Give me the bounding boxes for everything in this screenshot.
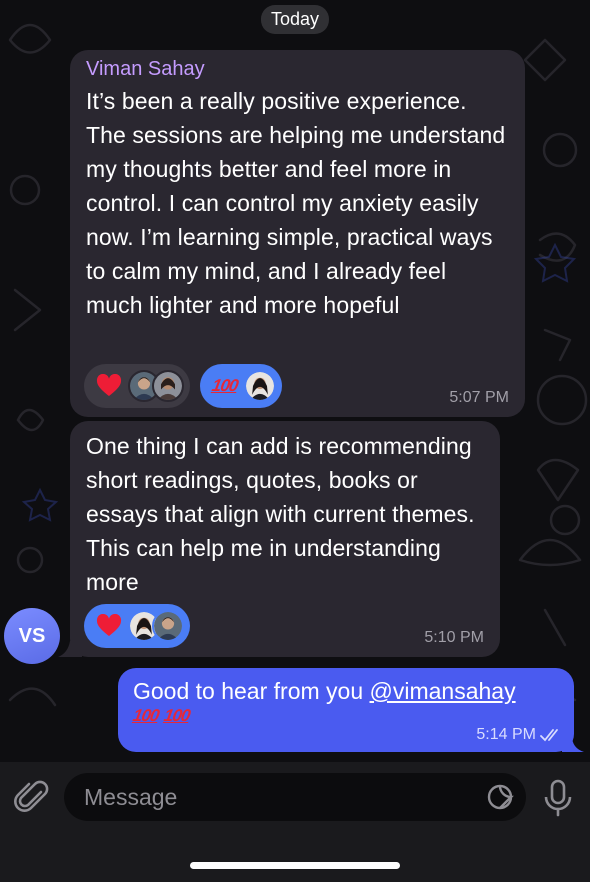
sender-name[interactable]: Viman Sahay [86,58,509,81]
message-text-prefix: Good to hear from you [133,678,370,704]
sticker-icon[interactable] [486,783,514,811]
message-time: 5:07 PM [449,389,509,406]
microphone-icon[interactable] [542,778,574,818]
hundred-emoji: 100 [162,706,192,725]
reactor-avatar [244,370,276,402]
bubble-tail [562,736,584,752]
message-text: One thing I can add is recommending shor… [86,433,475,595]
bubble-tail [58,641,82,657]
message-text: Good to hear from you @vimansahay [133,677,558,705]
home-indicator[interactable] [190,862,400,869]
message-input[interactable] [82,782,476,812]
message-text: It’s been a really positive experience. … [86,88,506,318]
outgoing-message[interactable]: Good to hear from you @vimansahay 100 10… [118,668,574,752]
mention-link[interactable]: @vimansahay [370,678,516,704]
reaction-heart[interactable] [84,604,190,648]
heart-icon [94,371,124,401]
message-composer [0,762,590,882]
reactor-avatar [152,610,184,642]
reaction-hundred[interactable]: 100 [200,364,282,408]
reactor-avatar [152,370,184,402]
hundred-emoji: 100 [131,706,161,725]
emoji-row: 100 100 [131,706,558,726]
sender-avatar[interactable]: VS [4,608,60,664]
incoming-message[interactable]: One thing I can add is recommending shor… [70,421,500,657]
incoming-message[interactable]: Viman Sahay It’s been a really positive … [70,50,525,417]
reaction-bar [84,604,190,648]
chat-screen: Today Viman Sahay It’s been a really pos… [0,0,590,882]
message-time: 5:14 PM [476,726,562,744]
message-input-box[interactable] [64,773,526,821]
reaction-bar: 100 [84,364,282,408]
paperclip-icon[interactable] [14,778,50,818]
heart-icon [94,611,124,641]
double-check-icon [540,729,558,742]
message-time: 5:10 PM [424,629,484,646]
hundred-icon: 100 [210,376,240,395]
date-separator: Today [260,5,330,34]
reaction-heart[interactable] [84,364,190,408]
message-time-label: 5:14 PM [476,726,536,743]
